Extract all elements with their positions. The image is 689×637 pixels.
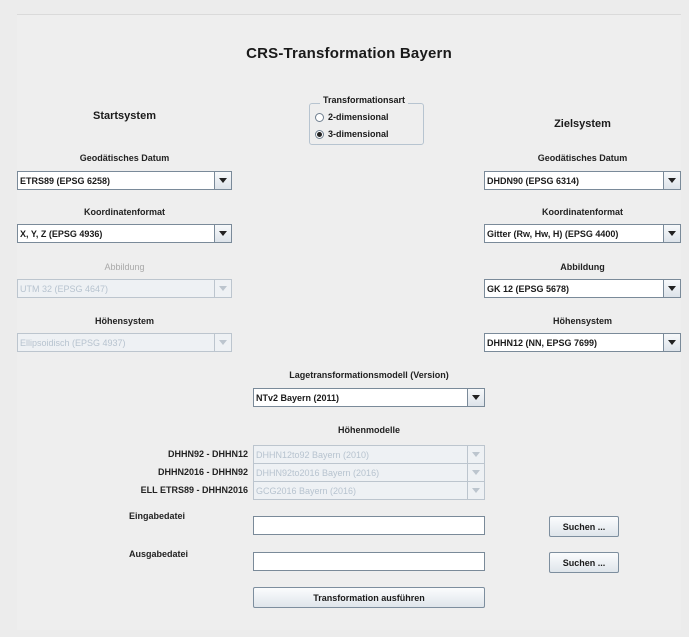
start-projection-label: Abbildung <box>104 262 145 272</box>
start-format-value: X, Y, Z (EPSG 4936) <box>20 228 103 239</box>
chevron-down-icon <box>467 482 484 499</box>
app-title: CRS-Transformation Bayern <box>246 45 452 62</box>
start-projection-value: UTM 32 (EPSG 4647) <box>20 283 109 294</box>
radio-selected-icon[interactable] <box>315 129 324 139</box>
chevron-down-icon[interactable] <box>663 225 680 242</box>
target-format-select[interactable]: Gitter (Rw, Hw, H) (EPSG 4400) <box>484 224 681 243</box>
target-projection-select[interactable]: GK 12 (EPSG 5678) <box>484 279 681 298</box>
hoehen-row-label: ELL ETRS89 - DHHN2016 <box>140 485 248 495</box>
output-file-field[interactable] <box>253 552 485 571</box>
chevron-down-icon[interactable] <box>467 389 484 406</box>
start-datum-value: ETRS89 (EPSG 6258) <box>20 175 111 186</box>
chevron-down-icon[interactable] <box>663 334 680 351</box>
radio-2d[interactable]: 2-dimensional <box>315 112 389 122</box>
start-projection-select: UTM 32 (EPSG 4647) <box>17 279 232 298</box>
start-heading: Startsystem <box>93 110 156 122</box>
input-file-field[interactable] <box>253 516 485 535</box>
chevron-down-icon[interactable] <box>663 172 680 189</box>
target-height-value: DHHN12 (NN, EPSG 7699) <box>487 337 598 348</box>
target-datum-value: DHDN90 (EPSG 6314) <box>487 175 580 186</box>
radio-2d-label: 2-dimensional <box>328 112 389 122</box>
radio-unselected-icon[interactable] <box>315 112 324 122</box>
target-format-value: Gitter (Rw, Hw, H) (EPSG 4400) <box>487 228 619 239</box>
start-height-select: Ellipsoidisch (EPSG 4937) <box>17 333 232 352</box>
run-transformation-button[interactable]: Transformation ausführen <box>253 587 485 608</box>
target-datum-label: Geodätisches Datum <box>537 153 628 163</box>
lage-model-value: NTv2 Bayern (2011) <box>256 392 340 403</box>
chevron-down-icon[interactable] <box>214 172 231 189</box>
hoehen-select-dhhn2016-dhhn92: DHHN92to2016 Bayern (2016) <box>253 463 485 482</box>
start-format-select[interactable]: X, Y, Z (EPSG 4936) <box>17 224 232 243</box>
chevron-down-icon <box>214 334 231 351</box>
target-datum-select[interactable]: DHDN90 (EPSG 6314) <box>484 171 681 190</box>
main-panel: CRS-Transformation Bayern Startsystem Ge… <box>17 14 681 630</box>
hoehen-models-label: Höhenmodelle <box>337 425 400 435</box>
start-datum-label: Geodätisches Datum <box>79 153 170 163</box>
input-browse-button[interactable]: Suchen ... <box>549 516 619 537</box>
lage-model-label: Lagetransformationsmodell (Version) <box>289 370 449 380</box>
target-heading: Zielsystem <box>554 118 611 130</box>
target-projection-label: Abbildung <box>560 262 605 272</box>
chevron-down-icon[interactable] <box>214 225 231 242</box>
hoehen-value: DHHN92to2016 Bayern (2016) <box>256 467 380 478</box>
target-height-select[interactable]: DHHN12 (NN, EPSG 7699) <box>484 333 681 352</box>
chevron-down-icon <box>214 280 231 297</box>
chevron-down-icon <box>467 464 484 481</box>
chevron-down-icon[interactable] <box>663 280 680 297</box>
radio-3d-label: 3-dimensional <box>328 129 389 139</box>
target-projection-value: GK 12 (EPSG 5678) <box>487 283 570 294</box>
start-format-label: Koordinatenformat <box>84 207 165 217</box>
start-height-label: Höhensystem <box>94 316 155 326</box>
hoehen-value: GCG2016 Bayern (2016) <box>256 485 357 496</box>
hoehen-row-label: DHHN2016 - DHHN92 <box>157 467 248 477</box>
target-height-label: Höhensystem <box>552 316 613 326</box>
chevron-down-icon <box>467 446 484 463</box>
start-height-value: Ellipsoidisch (EPSG 4937) <box>20 337 126 348</box>
hoehen-select-dhhn92-dhhn12: DHHN12to92 Bayern (2010) <box>253 445 485 464</box>
target-format-label: Koordinatenformat <box>542 207 623 217</box>
hoehen-value: DHHN12to92 Bayern (2010) <box>256 449 370 460</box>
hoehen-select-ell-dhhn2016: GCG2016 Bayern (2016) <box>253 481 485 500</box>
lage-model-select[interactable]: NTv2 Bayern (2011) <box>253 388 485 407</box>
input-file-label: Eingabedatei <box>129 511 186 521</box>
radio-3d[interactable]: 3-dimensional <box>315 129 389 139</box>
output-browse-button[interactable]: Suchen ... <box>549 552 619 573</box>
transformation-type-title: Transformationsart <box>320 95 409 105</box>
hoehen-row-label: DHHN92 - DHHN12 <box>167 449 248 459</box>
start-datum-select[interactable]: ETRS89 (EPSG 6258) <box>17 171 232 190</box>
output-file-label: Ausgabedatei <box>129 549 189 559</box>
